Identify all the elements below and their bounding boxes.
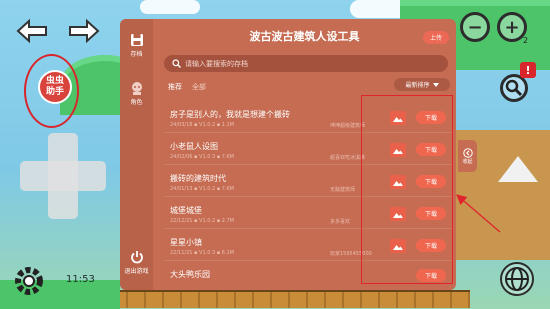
dialog-title: 波古波古建筑人设工具 <box>249 30 360 43</box>
helper-badge-label: 虫虫助手 <box>45 76 64 97</box>
tab-all[interactable]: 全部 <box>192 82 206 92</box>
zoom-out-button[interactable]: − <box>460 12 490 42</box>
sort-select[interactable]: 最新排序 <box>394 78 450 91</box>
item-author: 多多喜欢 <box>330 219 351 225</box>
brick-row <box>110 290 470 308</box>
undo-arrow-icon <box>16 18 47 44</box>
cloud <box>140 0 200 14</box>
collapse-label: 收起 <box>462 158 473 165</box>
search-map-button[interactable] <box>500 74 528 102</box>
settings-button[interactable] <box>10 262 48 300</box>
jump-up-button[interactable] <box>498 156 538 182</box>
item-name: 城堡城堡 <box>170 206 202 215</box>
plus-icon: + <box>504 16 520 38</box>
item-meta: 22/12/21 ▪ V1.0.2 ▪ 2.7M <box>170 218 234 224</box>
item-meta: 24/01/13 ▪ V1.0.2 ▪ 7.6M <box>170 186 234 192</box>
redo-button[interactable] <box>66 16 102 46</box>
dpad-vertical[interactable] <box>48 133 78 219</box>
item-author: 无敌建筑师 <box>330 187 356 193</box>
tab-recommended[interactable]: 推荐 <box>168 82 182 92</box>
collapse-panel-button[interactable]: 收起 <box>458 140 477 172</box>
item-meta: 24/03/18 ▪ V1.0.2 ▪ 1.1M <box>170 122 234 128</box>
save-file-icon <box>130 34 143 46</box>
sort-label: 最新排序 <box>405 82 430 89</box>
nav-character[interactable]: 角色 <box>120 81 153 106</box>
search-placeholder: 请输入要搜索的存档 <box>185 59 248 68</box>
minus-icon: − <box>467 16 483 38</box>
side-nav: 存档 角色 退出游戏 <box>120 19 153 290</box>
item-author: 超喜欢吃冰淇淋 <box>330 155 366 161</box>
item-name: 小老鼠人设图 <box>170 142 218 151</box>
nav-character-label: 角色 <box>130 99 143 106</box>
undo-button[interactable] <box>14 16 50 46</box>
zoom-badge-number: 2 <box>523 36 529 45</box>
alert-icon: ! <box>520 62 536 78</box>
highlight-box <box>361 95 453 284</box>
dpad-control[interactable] <box>20 133 106 219</box>
nav-exit-game[interactable]: 退出游戏 <box>120 250 153 275</box>
nav-archive[interactable]: 存档 <box>120 33 153 58</box>
chevron-down-icon <box>432 82 439 87</box>
helper-badge-button[interactable]: 虫虫助手 <box>38 70 72 104</box>
upload-button[interactable]: 上传 <box>423 31 449 44</box>
power-icon <box>130 251 143 264</box>
item-name: 星星小镇 <box>170 238 202 247</box>
chevron-left-icon <box>462 147 473 158</box>
gear-icon <box>15 267 43 295</box>
item-name: 搬砖的建筑时代 <box>170 174 226 183</box>
nav-exit-label: 退出游戏 <box>124 268 149 275</box>
character-icon <box>131 82 142 95</box>
item-name: 房子是别人的，我就是想建个搬砖 <box>170 110 290 119</box>
game-time: 11:53 <box>66 274 95 285</box>
redo-arrow-icon <box>69 18 100 44</box>
item-name: 大头鸭乐园 <box>170 270 210 279</box>
search-icon <box>172 59 181 68</box>
item-author: 坤坤超级建筑师 <box>330 123 366 129</box>
magnifier-icon <box>505 79 523 97</box>
item-meta: 24/02/06 ▪ V1.0.3 ▪ 7.6M <box>170 154 234 160</box>
search-input[interactable]: 请输入要搜索的存档 <box>164 55 448 72</box>
nav-archive-label: 存档 <box>130 51 143 58</box>
globe-icon <box>505 267 529 291</box>
item-meta: 22/11/21 ▪ V1.0.3 ▪ 6.1M <box>170 250 234 256</box>
globe-button[interactable] <box>500 262 534 296</box>
